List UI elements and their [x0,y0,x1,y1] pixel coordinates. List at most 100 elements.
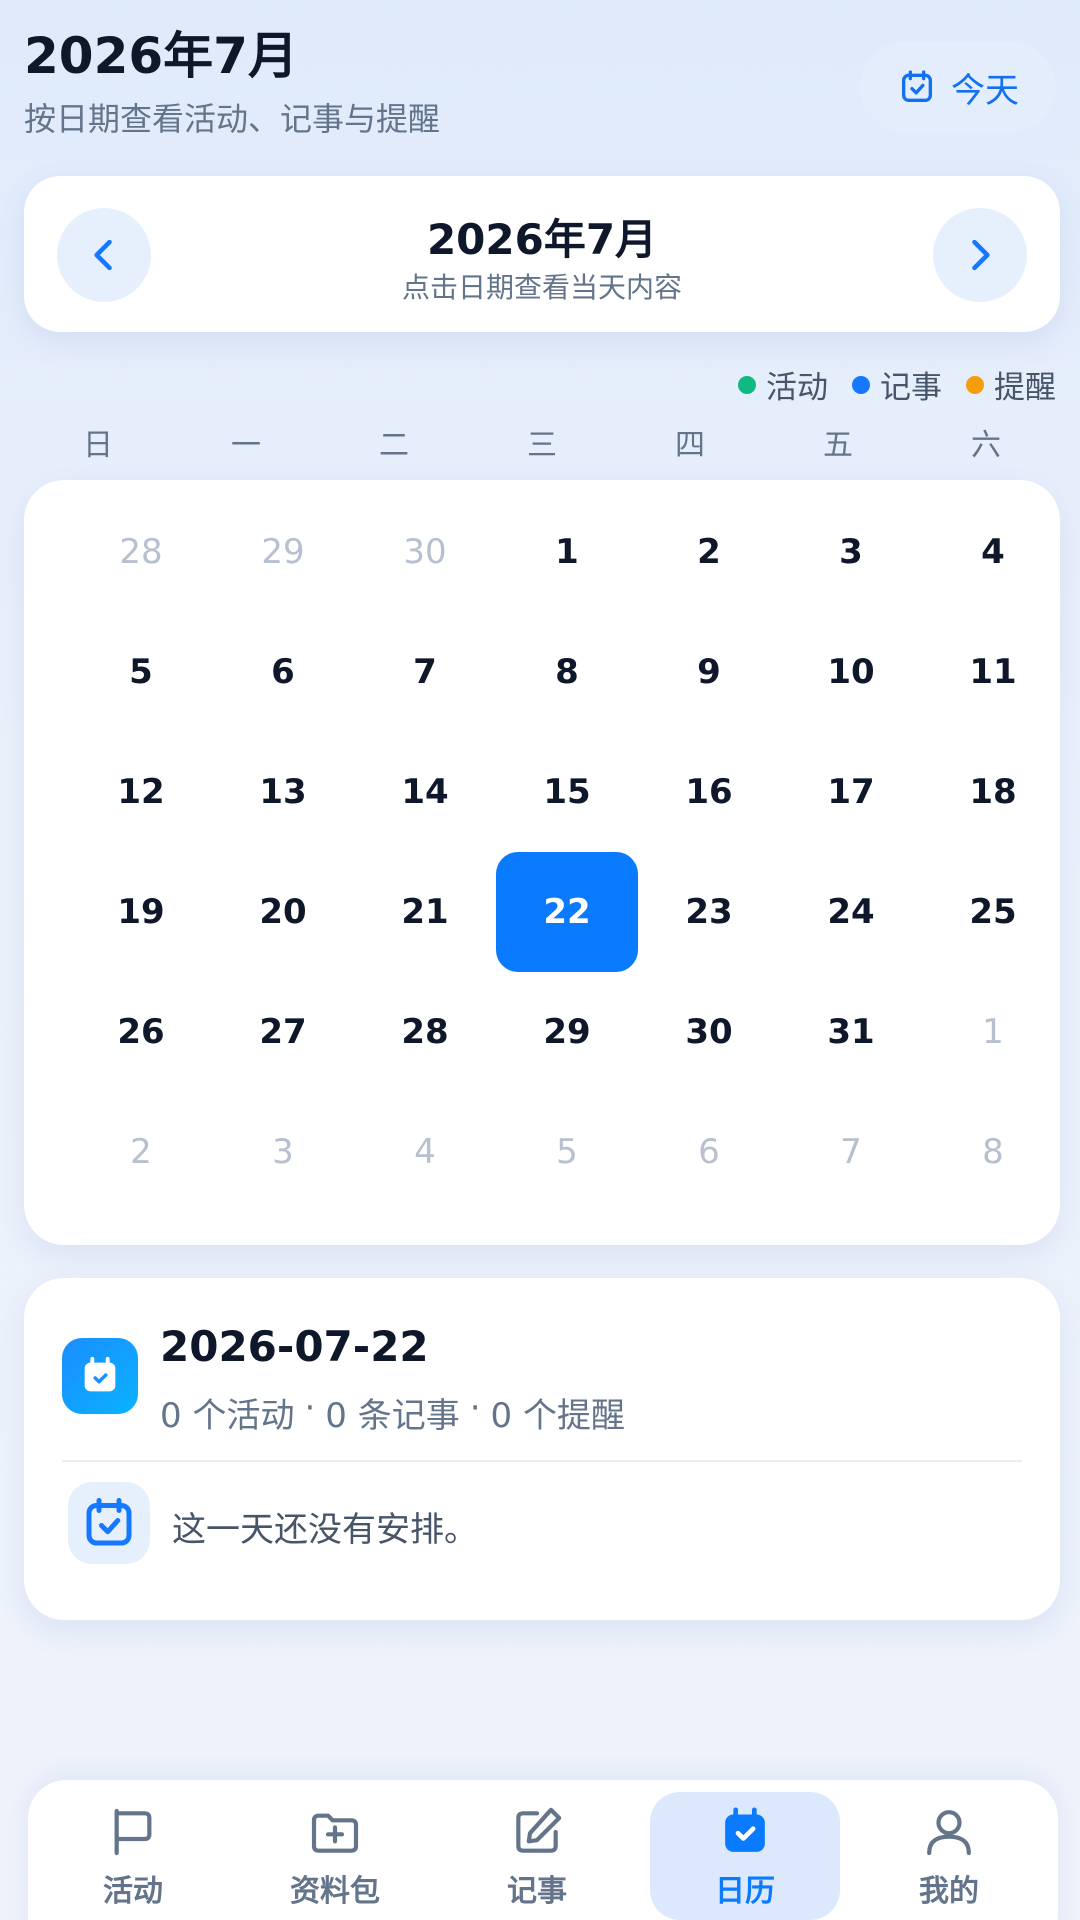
weekday-sun: 日 [83,428,113,463]
day-summary: 0 个活动 · 0 条记事 · 0 个提醒 [160,1388,625,1437]
calendar-day[interactable]: 6 [638,1092,780,1212]
calendar-day-selected[interactable]: 22 [496,852,638,972]
chevron-right-icon [972,239,990,271]
calendar-day[interactable]: 28 [354,972,496,1092]
calendar-day[interactable]: 30 [354,492,496,612]
tab-activities[interactable]: 活动 [38,1792,228,1920]
calendar-legend: 活动 记事 提醒 [738,362,1056,407]
weekday-mon: 一 [231,428,261,463]
calendar-day[interactable]: 18 [922,732,1064,852]
month-navigation: 2026年7月 点击日期查看当天内容 [24,176,1060,332]
calendar-day[interactable]: 16 [638,732,780,852]
day-detail-card: 2026-07-22 0 个活动 · 0 条记事 · 0 个提醒 这一天还没有安… [24,1278,1060,1620]
legend-item-activity: 活动 [738,362,828,407]
selected-date: 2026-07-22 [160,1322,429,1371]
date-badge [62,1338,138,1414]
summary-separator: · [469,1388,481,1428]
tab-label: 资料包 [290,1874,380,1909]
calendar-day[interactable]: 29 [496,972,638,1092]
calendar-check-icon [902,70,932,103]
calendar-check-icon [86,1498,132,1546]
today-button-label: 今天 [951,70,1019,111]
calendar-day[interactable]: 10 [780,612,922,732]
calendar-day[interactable]: 1 [496,492,638,612]
note-count: 0 条记事 [325,1396,460,1436]
legend-label: 提醒 [994,370,1056,406]
edit-icon [516,1807,562,1853]
legend-dot-reminder [966,375,984,394]
calendar-day[interactable]: 28 [70,492,212,612]
weekday-tue: 二 [379,428,409,463]
calendar-day[interactable]: 3 [780,492,922,612]
reminder-count: 0 个提醒 [490,1396,625,1436]
calendar-check-icon [725,1807,765,1852]
calendar-day[interactable]: 31 [780,972,922,1092]
calendar-day[interactable]: 23 [638,852,780,972]
calendar-day[interactable]: 30 [638,972,780,1092]
weekday-header: 日 一 二 三 四 五 六 [24,420,1060,464]
calendar-day[interactable]: 9 [638,612,780,732]
tab-calendar[interactable]: 日历 [650,1792,840,1920]
page-header: 2026年7月 按日期查看活动、记事与提醒 今天 [24,24,1056,154]
legend-dot-note [852,375,870,394]
calendar-day[interactable]: 15 [496,732,638,852]
tab-notes[interactable]: 记事 [442,1792,632,1920]
calendar-day[interactable]: 11 [922,612,1064,732]
calendar-day[interactable]: 7 [354,612,496,732]
calendar-day[interactable]: 4 [922,492,1064,612]
tab-label: 记事 [507,1874,567,1909]
legend-item-note: 记事 [852,362,942,407]
tab-label: 活动 [103,1874,163,1909]
folder-plus-icon [311,1813,359,1853]
calendar-day[interactable]: 7 [780,1092,922,1212]
activity-count: 0 个活动 [160,1396,295,1436]
calendar-check-icon [84,1356,116,1392]
legend-label: 活动 [766,370,828,406]
weekday-wed: 三 [527,428,557,463]
empty-state-text: 这一天还没有安排。 [172,1510,478,1550]
calendar-day[interactable]: 5 [70,612,212,732]
calendar-day[interactable]: 2 [638,492,780,612]
calendar-day[interactable]: 2 [70,1092,212,1212]
today-button[interactable]: 今天 [860,42,1056,132]
calendar-grid: 28 29 30 1 2 3 4 5 6 7 8 9 10 11 12 13 14 15 16 17 18 19 20 21 2… [24,480,1060,1245]
calendar-day[interactable]: 1 [922,972,1064,1092]
calendar-day[interactable]: 20 [212,852,354,972]
calendar-day[interactable]: 24 [780,852,922,972]
legend-item-reminder: 提醒 [966,362,1056,407]
user-icon [927,1810,971,1856]
calendar-day[interactable]: 12 [70,732,212,852]
calendar-day[interactable]: 17 [780,732,922,852]
calendar-day[interactable]: 13 [212,732,354,852]
calendar-day[interactable]: 3 [212,1092,354,1212]
calendar-day[interactable]: 6 [212,612,354,732]
month-title: 2026年7月 [426,215,658,264]
legend-dot-activity [738,375,756,394]
tab-resources[interactable]: 资料包 [240,1792,430,1920]
tab-profile[interactable]: 我的 [854,1792,1044,1920]
calendar-day[interactable]: 8 [922,1092,1064,1212]
calendar-day[interactable]: 19 [70,852,212,972]
calendar-day[interactable]: 14 [354,732,496,852]
calendar-day[interactable]: 8 [496,612,638,732]
empty-state-badge [68,1482,150,1564]
weekday-fri: 五 [823,428,853,463]
calendar-day[interactable]: 4 [354,1092,496,1212]
divider [62,1460,1022,1462]
summary-separator: · [304,1388,316,1428]
bottom-navigation: 活动 资料包 记事 日历 我的 [28,1780,1058,1920]
month-hint: 点击日期查看当天内容 [401,271,682,304]
calendar-day[interactable]: 21 [354,852,496,972]
calendar-day[interactable]: 26 [70,972,212,1092]
flag-icon [114,1808,152,1856]
weekday-sat: 六 [971,428,1001,463]
calendar-day[interactable]: 29 [212,492,354,612]
calendar-day[interactable]: 27 [212,972,354,1092]
legend-label: 记事 [880,370,942,406]
calendar-day[interactable]: 5 [496,1092,638,1212]
weekday-thu: 四 [675,428,705,463]
tab-label: 我的 [919,1874,979,1909]
tab-label: 日历 [715,1874,775,1909]
calendar-day[interactable]: 25 [922,852,1064,972]
next-month-button[interactable] [933,208,1027,302]
